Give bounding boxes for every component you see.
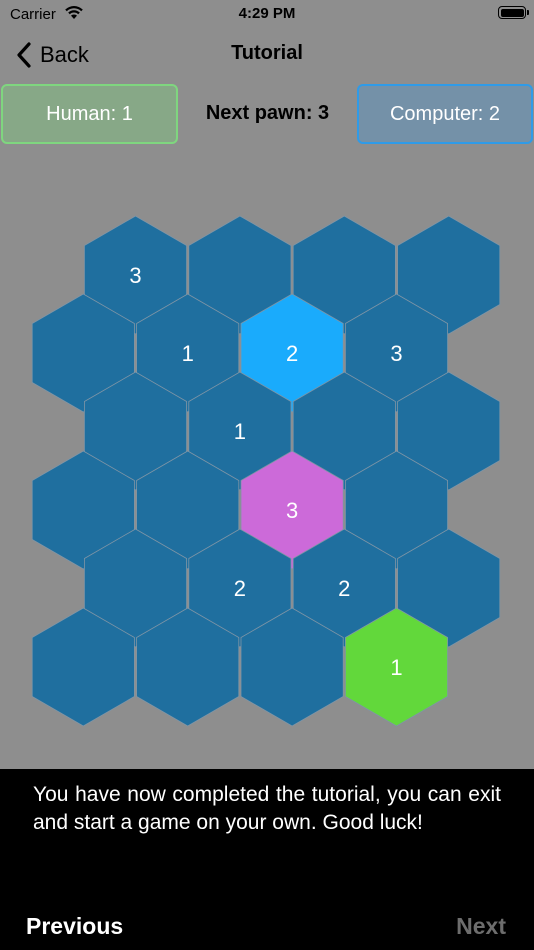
hex-cell-label: 1	[234, 419, 246, 444]
chevron-left-icon	[17, 42, 31, 68]
hex-cell-label: 3	[286, 498, 298, 523]
computer-score-badge: Computer: 2	[357, 84, 533, 144]
next-button: Next	[456, 913, 506, 939]
tutorial-message-panel: You have now completed the tutorial, you…	[0, 769, 534, 950]
battery-icon	[498, 6, 529, 19]
hex-cell-label: 2	[338, 576, 350, 601]
hex-cell-label: 1	[182, 341, 194, 366]
score-bar: Human: 1 Next pawn: 3 Computer: 2	[0, 82, 534, 148]
navigation-bar: Back Tutorial	[0, 30, 534, 82]
previous-button[interactable]: Previous	[26, 913, 123, 940]
hex-cell-label: 2	[234, 576, 246, 601]
hex-cell-label: 3	[129, 263, 141, 288]
tutorial-message: You have now completed the tutorial, you…	[33, 783, 501, 834]
back-label: Back	[40, 42, 89, 67]
hex-cell-label: 1	[390, 655, 402, 680]
hex-cell-label: 2	[286, 341, 298, 366]
clock: 4:29 PM	[238, 5, 296, 22]
hex-cell-label: 3	[390, 341, 402, 366]
game-board: 3 1 2 3 1 3 2 2 1	[31, 215, 501, 727]
status-bar: Carrier 4:29 PM	[0, 0, 534, 30]
next-pawn-label: Next pawn: 3	[205, 102, 330, 124]
back-button[interactable]: Back	[14, 38, 89, 72]
human-score-badge: Human: 1	[1, 84, 178, 144]
